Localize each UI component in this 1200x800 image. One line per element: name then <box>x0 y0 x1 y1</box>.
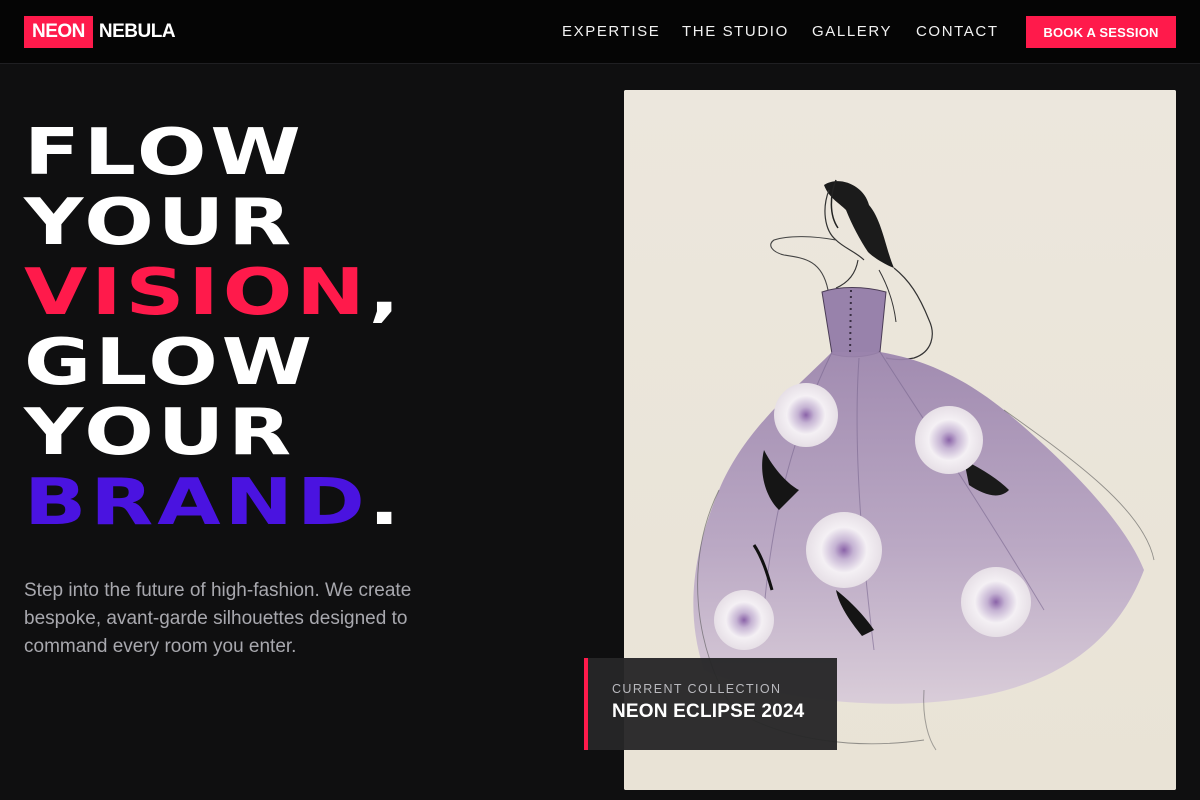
logo-neon-mark: NEON <box>24 16 93 48</box>
current-collection-card[interactable]: CURRENT COLLECTION NEON ECLIPSE 2024 <box>584 658 837 750</box>
headline-accent-brand: BRAND <box>24 466 369 540</box>
brand-logo[interactable]: NEON NEBULA <box>24 16 176 48</box>
headline-punct-period: . <box>368 466 404 540</box>
headline-punct-comma: , <box>368 256 404 330</box>
logo-nebula-text: NEBULA <box>98 21 176 42</box>
book-session-button[interactable]: BOOK A SESSION <box>1026 16 1176 48</box>
site-header: NEON NEBULA EXPERTISE THE STUDIO GALLERY… <box>0 0 1200 64</box>
nav-link-contact[interactable]: CONTACT <box>916 23 999 40</box>
nav-link-gallery[interactable]: GALLERY <box>812 23 892 40</box>
collection-name: NEON ECLIPSE 2024 <box>612 701 805 722</box>
hero-subtitle: Step into the future of high-fashion. We… <box>24 580 412 657</box>
headline-accent-vision: VISION <box>24 256 369 330</box>
nav-link-expertise[interactable]: EXPERTISE <box>562 23 660 40</box>
nav-link-the-studio[interactable]: THE STUDIO <box>682 23 789 40</box>
collection-label: CURRENT COLLECTION <box>612 682 782 696</box>
